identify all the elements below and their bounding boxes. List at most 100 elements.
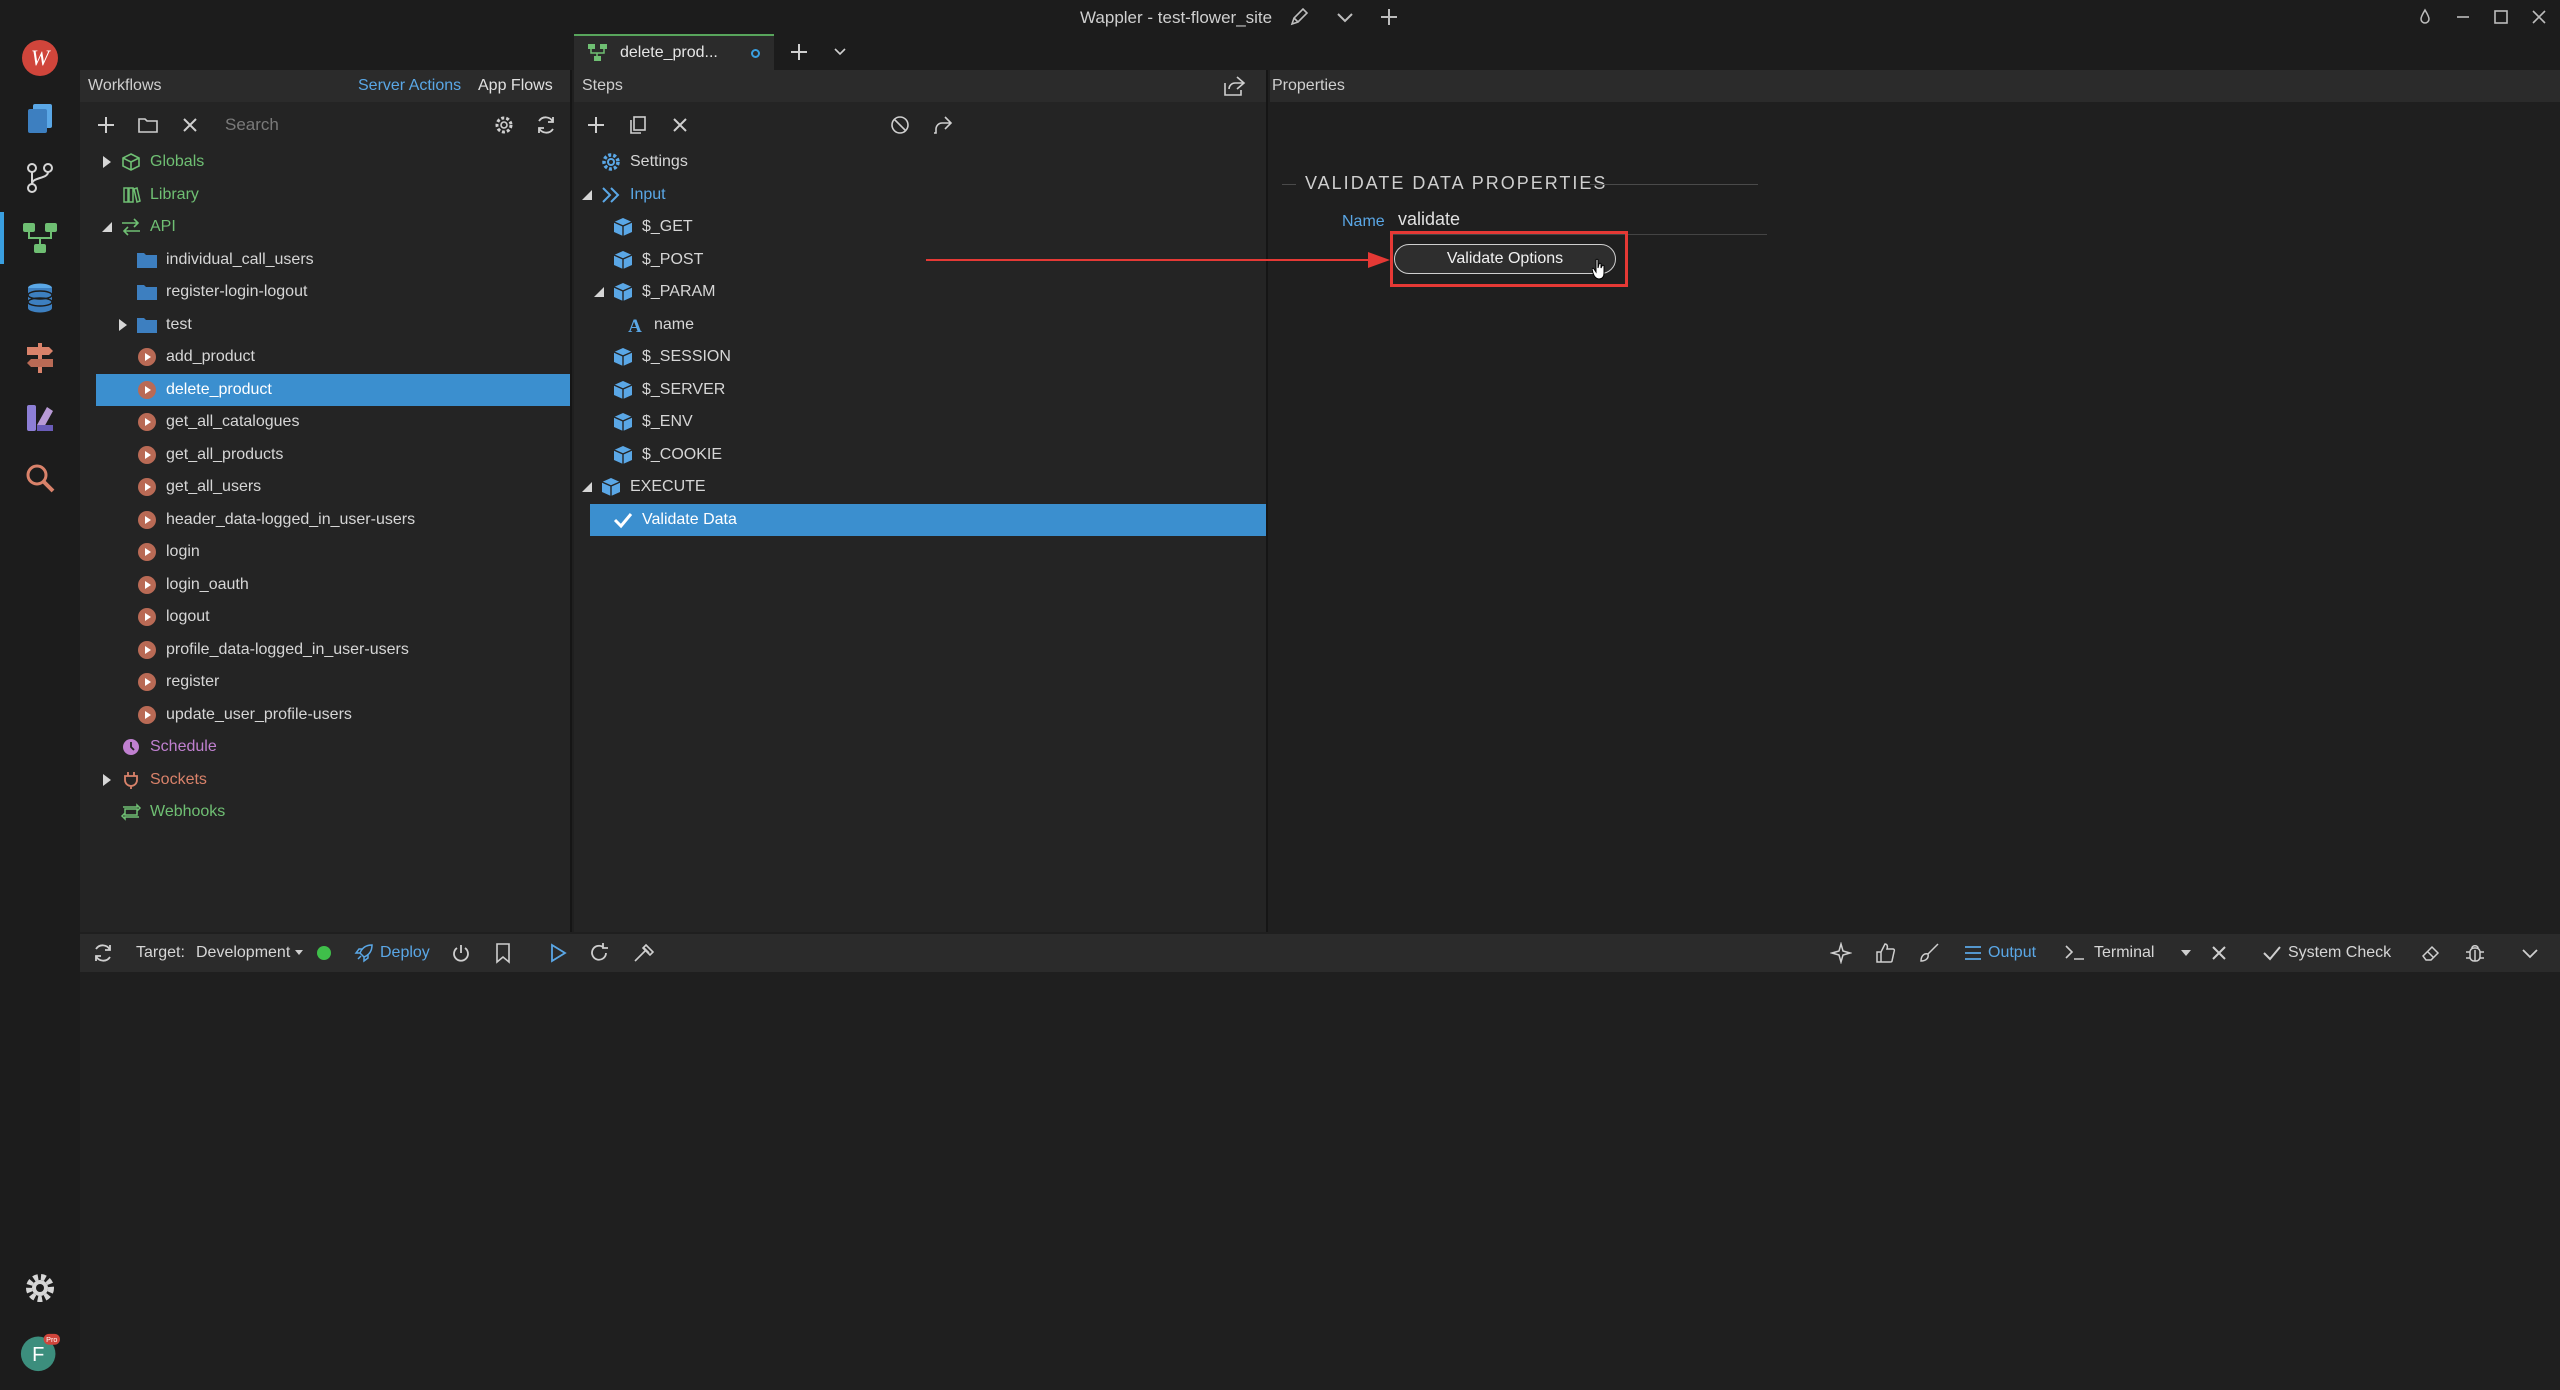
- validate-options-button[interactable]: Validate Options: [1394, 244, 1616, 274]
- pages-icon[interactable]: [20, 98, 60, 138]
- workflow-item-individual-call-users[interactable]: individual_call_users: [80, 244, 570, 277]
- collapse-caret-icon[interactable]: [592, 285, 606, 299]
- bookmark-icon[interactable]: [494, 934, 512, 972]
- tab-server-actions[interactable]: Server Actions: [358, 77, 461, 95]
- tab-list-chevron-icon[interactable]: [832, 43, 848, 59]
- workflow-item-register[interactable]: register: [80, 666, 570, 699]
- workflow-item-get-all-products[interactable]: get_all_products: [80, 439, 570, 472]
- tab-app-flows[interactable]: App Flows: [478, 77, 553, 95]
- delete-icon[interactable]: [176, 111, 204, 139]
- add-step-icon[interactable]: [582, 111, 610, 139]
- routing-icon[interactable]: [20, 338, 60, 378]
- step-item-validate-data[interactable]: Validate Data: [590, 503, 1266, 536]
- folder-icon[interactable]: [134, 111, 162, 139]
- expand-caret-icon[interactable]: [100, 773, 114, 787]
- workflow-item-schedule[interactable]: Schedule: [80, 731, 570, 764]
- workflow-item-profile-data-logged-in-user-users[interactable]: profile_data-logged_in_user-users: [80, 634, 570, 667]
- workflow-item-get-all-catalogues[interactable]: get_all_catalogues: [80, 406, 570, 439]
- system-check-button[interactable]: System Check: [2262, 934, 2391, 972]
- share-icon[interactable]: [1222, 75, 1246, 97]
- restart-icon[interactable]: [588, 934, 610, 972]
- tab-label: delete_prod...: [620, 44, 718, 61]
- expand-caret-icon[interactable]: [100, 155, 114, 169]
- step-item-env[interactable]: $_ENV: [574, 406, 1266, 439]
- refresh-icon[interactable]: [532, 111, 560, 139]
- terminal-tab[interactable]: Terminal: [2064, 934, 2154, 972]
- close-terminal-icon[interactable]: [2210, 934, 2228, 972]
- thumbs-up-icon[interactable]: [1874, 934, 1896, 972]
- add-icon[interactable]: [92, 111, 120, 139]
- gear-icon: [600, 151, 622, 173]
- expand-caret-icon[interactable]: [116, 318, 130, 332]
- collapse-caret-icon[interactable]: [580, 480, 594, 494]
- workflow-item-register-login-logout[interactable]: register-login-logout: [80, 276, 570, 309]
- step-item-name[interactable]: Aname: [574, 309, 1266, 342]
- settings-gear-icon[interactable]: [490, 111, 518, 139]
- library-icon: [120, 184, 142, 206]
- brush-icon[interactable]: [1918, 934, 1940, 972]
- power-icon[interactable]: [450, 934, 472, 972]
- workflows-icon[interactable]: [0, 212, 60, 264]
- remove-step-icon[interactable]: [666, 111, 694, 139]
- export-icon[interactable]: [928, 111, 956, 139]
- workflow-item-header-data-logged-in-user-users[interactable]: header_data-logged_in_user-users: [80, 504, 570, 537]
- workflow-item-library[interactable]: Library: [80, 179, 570, 212]
- minimize-icon[interactable]: [2452, 6, 2474, 28]
- search-icon[interactable]: [20, 458, 60, 498]
- step-item-settings[interactable]: Settings: [574, 146, 1266, 179]
- chevron-down-icon[interactable]: [1334, 6, 1356, 28]
- workflows-toolbar: Search: [90, 104, 560, 146]
- workflow-item-update-user-profile-users[interactable]: update_user_profile-users: [80, 699, 570, 732]
- design-icon[interactable]: [20, 398, 60, 438]
- sync-icon[interactable]: [92, 934, 114, 972]
- bug-icon[interactable]: [2464, 934, 2486, 972]
- collapse-caret-icon[interactable]: [100, 220, 114, 234]
- step-item-execute[interactable]: EXECUTE: [574, 471, 1266, 504]
- step-item-server[interactable]: $_SERVER: [574, 374, 1266, 407]
- avatar[interactable]: F Pro: [20, 1332, 60, 1372]
- database-icon[interactable]: [20, 278, 60, 318]
- maximize-icon[interactable]: [2490, 6, 2512, 28]
- drop-icon[interactable]: [2414, 6, 2436, 28]
- gear-icon[interactable]: [20, 1268, 60, 1308]
- step-item-input[interactable]: Input: [574, 179, 1266, 212]
- unsaved-dot-icon[interactable]: [751, 48, 760, 58]
- collapse-caret-icon[interactable]: [580, 188, 594, 202]
- workflow-item-webhooks[interactable]: Webhooks: [80, 796, 570, 829]
- wappler-logo[interactable]: W: [20, 38, 60, 78]
- workflow-item-logout[interactable]: logout: [80, 601, 570, 634]
- step-item-get[interactable]: $_GET: [574, 211, 1266, 244]
- collapse-chevron-icon[interactable]: [2520, 934, 2540, 972]
- run-icon[interactable]: [548, 934, 568, 972]
- workflow-item-globals[interactable]: Globals: [80, 146, 570, 179]
- new-tab-plus-icon[interactable]: [788, 41, 810, 63]
- step-item-cookie[interactable]: $_COOKIE: [574, 439, 1266, 472]
- build-tools-icon[interactable]: [632, 934, 656, 972]
- eraser-icon[interactable]: [2420, 934, 2442, 972]
- workflow-item-api[interactable]: API: [80, 211, 570, 244]
- disable-icon[interactable]: [886, 111, 914, 139]
- workflow-item-add-product[interactable]: add_product: [80, 341, 570, 374]
- workflow-item-sockets[interactable]: Sockets: [80, 764, 570, 797]
- plus-icon[interactable]: [1378, 6, 1400, 28]
- copy-icon[interactable]: [624, 111, 652, 139]
- workflow-item-login[interactable]: login: [80, 536, 570, 569]
- git-icon[interactable]: [20, 158, 60, 198]
- deploy-button[interactable]: Deploy: [354, 934, 430, 972]
- box-icon: [612, 216, 634, 238]
- search-input[interactable]: Search: [225, 115, 279, 135]
- pencil-icon[interactable]: [1288, 6, 1310, 28]
- output-tab[interactable]: Output: [1964, 934, 2036, 972]
- close-icon[interactable]: [2528, 6, 2550, 28]
- step-item-session[interactable]: $_SESSION: [574, 341, 1266, 374]
- workflow-item-test[interactable]: test: [80, 309, 570, 342]
- terminal-dropdown-icon[interactable]: [2180, 934, 2192, 972]
- target-select[interactable]: Development: [196, 934, 304, 972]
- step-item-param[interactable]: $_PARAM: [574, 276, 1266, 309]
- workflow-item-get-all-users[interactable]: get_all_users: [80, 471, 570, 504]
- workflow-item-login-oauth[interactable]: login_oauth: [80, 569, 570, 602]
- name-field[interactable]: validate: [1398, 209, 1460, 230]
- ai-sparkle-icon[interactable]: [1830, 934, 1852, 972]
- tab-delete-product[interactable]: delete_prod...: [574, 34, 774, 70]
- workflow-item-delete-product[interactable]: delete_product: [96, 373, 570, 406]
